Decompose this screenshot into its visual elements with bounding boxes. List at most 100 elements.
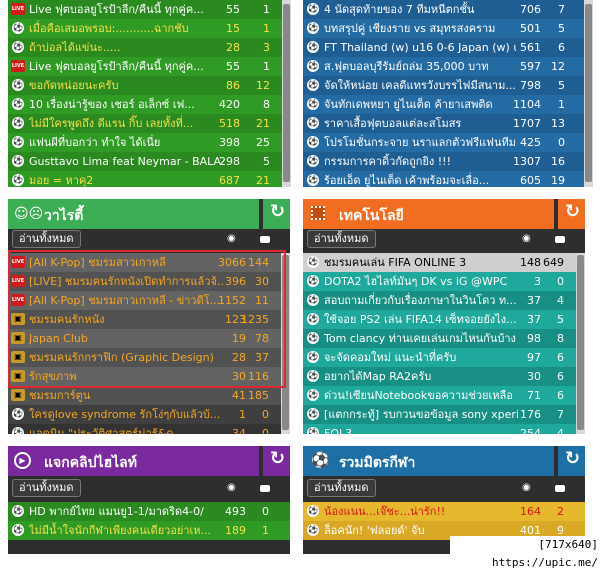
views-icon: ◉ — [227, 233, 236, 244]
thread-row[interactable]: ⚽ แฟนผีที่บอกว่า ทำใจ ได้เนี่ย 398 25 — [8, 133, 290, 152]
thread-row[interactable]: LIVE Live ฟุตบอลยูโรป้าลีก/คืนนี้ ทุกคู่ค… — [8, 57, 290, 76]
thread-title[interactable]: 10 เรื่องน่ารู้ของ เชอร์ อเล็กซ์ เฟ... — [29, 95, 221, 114]
thread-title[interactable]: น้องแนน...เจ๊ชะ...น่ารัก!! — [324, 502, 520, 521]
thread-title[interactable]: DOTA2 ไฮไลท์มันๆ DK vs iG @WPC — [324, 272, 520, 291]
thread-row[interactable]: ⚽ เมื่อคือเสมอพรอบ:...........ฉากชับ 15 1 — [8, 19, 290, 38]
scrollbar[interactable] — [282, 0, 291, 187]
thread-row[interactable]: ⚽ ด่วน!เซียนNotebookขอความช่วยเหลือ 71 6 — [303, 386, 585, 405]
refresh-button[interactable]: ↻ — [558, 199, 585, 229]
thread-title[interactable]: ใช้จอย PS2 เล่น FIFA14 เซ็ทจอยยังไง... — [324, 310, 520, 329]
thread-title[interactable]: [แตกกระทู้] รบกวนขอข้อมูล sony xperi... — [324, 405, 520, 424]
thread-row[interactable]: ⚽ DOTA2 ไฮไลท์มันๆ DK vs iG @WPC 3 0 — [303, 272, 585, 291]
thread-title[interactable]: ด่วน!เซียนNotebookขอความช่วยเหลือ — [324, 386, 520, 405]
refresh-button[interactable]: ↻ — [558, 446, 585, 476]
thread-row[interactable]: ⚽ HD พากย์ไทย แมนยู1-1/มาดริด4-0/493 0 — [8, 502, 290, 521]
thread-title[interactable]: Tom clancy ท่านเคยเล่นเกมไหนกันบ้าง — [324, 329, 520, 348]
thread-row[interactable]: ⚽ [แตกกระทู้] รบกวนขอข้อมูล sony xperi...… — [303, 405, 585, 424]
thread-title[interactable]: 4 นัดสุดท้ายของ 7 ทีมหนีตกชั้น — [324, 0, 516, 19]
thread-row[interactable]: ⚽ มอย = หาคุ2 687 21 — [8, 171, 290, 187]
thread-row[interactable]: ⚽ จัดให้หน่อย เคลดีแทรวังบรรไฟมีสนาม... 79… — [303, 76, 585, 95]
comment-count: 0 — [262, 408, 269, 421]
comment-count: 25 — [256, 136, 270, 149]
thread-row[interactable]: ⚽ น้องแนน...เจ๊ชะ...น่ารัก!! 164 2 — [303, 502, 585, 521]
thread-title[interactable]: Live ฟุตบอลยูโรป้าลีก/คืนนี้ ทุกคู่ค... — [29, 57, 221, 76]
thread-title[interactable]: ส.ฟุตบอลบุรีรัมย์ถล่ม 35,000 บาท — [324, 57, 516, 76]
thread-row[interactable]: ⚽ ชมรมคนเล่น FIFA ONLINE 3 148 649 — [303, 253, 585, 272]
thread-row[interactable]: ▣ ชมรมการ์ตูน 41 185 — [8, 386, 290, 405]
read-all-button[interactable]: อ่านทั้งหมด — [307, 230, 376, 248]
thread-row[interactable]: LIVE Live ฟุตบอลยูโรป้าลีก/คืนนี้ ทุกคู่ค… — [8, 0, 290, 19]
thread-row[interactable]: ⚽ จะจัดคอมใหม่ แนะนำที่ครับ 97 6 — [303, 348, 585, 367]
thread-row[interactable]: ⚽ 10 เรื่องน่ารู้ของ เชอร์ อเล็กซ์ เฟ... 4… — [8, 95, 290, 114]
comments-icon — [555, 485, 565, 492]
thread-title[interactable]: Live ฟุตบอลยูโรป้าลีก/คืนนี้ ทุกคู่ค... — [29, 0, 221, 19]
thread-row[interactable]: ⚽ FOL3 254 4 — [303, 424, 585, 434]
thread-title[interactable]: ไม่มีใครพูดถึง ดีแรน กิ๊บ เลยทั้งที่... — [29, 114, 221, 133]
thread-title[interactable]: ราคาเสื้อฟุตบอลแต่ละสโมสร — [324, 114, 516, 133]
thread-row[interactable]: ⚽ ใช้จอย PS2 เล่น FIFA14 เซ็ทจอยยังไง... 3… — [303, 310, 585, 329]
thread-row[interactable]: ⚽ ใครดูlove syndrome รักโง่ๆกับแล้วบ้... 1… — [8, 405, 290, 424]
read-all-button[interactable]: อ่านทั้งหมด — [12, 479, 81, 497]
thread-row[interactable]: ⚽ อยากได้Map RA2ครับ 30 6 — [303, 367, 585, 386]
thread-title[interactable]: FOL3 — [324, 424, 520, 434]
scrollbar[interactable] — [576, 253, 585, 434]
thread-title[interactable]: ถ้าบ่อลได้แข่นะ..... — [29, 38, 221, 57]
comment-count: 1 — [558, 98, 565, 111]
refresh-button[interactable]: ↻ — [263, 199, 290, 229]
comment-count: 12 — [256, 79, 270, 92]
thread-row[interactable]: ⚽ ส.ฟุตบอลบุรีรัมย์ถล่ม 35,000 บาท 597 12 — [303, 57, 585, 76]
thread-row[interactable]: ⚽ จันทักเดพหยา ยูไนเต็ด ค้ายาเสพติด 1104 1 — [303, 95, 585, 114]
thread-row[interactable]: ⚽ 4 นัดสุดท้ายของ 7 ทีมหนีตกชั้น 706 7 — [303, 0, 585, 19]
thread-row[interactable]: ⚽ ขอกัดหน่อยนะครับ 86 12 — [8, 76, 290, 95]
thread-title[interactable]: แฟนผีที่บอกว่า ทำใจ ได้เนี่ย — [29, 133, 221, 152]
thread-row[interactable]: ⚽ ไม่มีใครพูดถึง ดีแรน กิ๊บ เลยทั้งที่...… — [8, 114, 290, 133]
thread-row[interactable]: ⚽ Tom clancy ท่านเคยเล่นเกมไหนกันบ้าง 98 8 — [303, 329, 585, 348]
comment-count: 19 — [551, 174, 565, 187]
thread-row[interactable]: ⚽ บทสรุปคู่ เชียงราย vs สมุทรสงคราม 501 5 — [303, 19, 585, 38]
comment-count: 12 — [551, 60, 565, 73]
thread-title[interactable]: ร้อยเอ็ด ยูไนเต็ด เค้าพร้อมจะเลื่อ... — [324, 171, 516, 187]
thread-title[interactable]: จัดให้หน่อย เคลดีแทรวังบรรไฟมีสนาม... — [324, 76, 516, 95]
thread-title[interactable]: FT Thailand (w) u16 0-6 Japan (w) u... — [324, 38, 516, 57]
thread-title[interactable]: อยากได้Map RA2ครับ — [324, 367, 520, 386]
view-count: 55 — [226, 60, 240, 73]
comment-count: 7 — [558, 3, 565, 16]
thread-row[interactable]: ⚽ ถ้าบ่อลได้แข่นะ..... 28 3 — [8, 38, 290, 57]
thread-row[interactable]: ⚽ โปรโมชั่นกระจาย นราแลกตัวฟรีแฟนทีม... 42… — [303, 133, 585, 152]
thread-title[interactable]: ไม่มีน้ำใจนักกีฬาเพียงคนเดียวอย่าเห... — [29, 521, 225, 540]
read-all-button[interactable]: อ่านทั้งหมด — [12, 230, 81, 248]
thread-title[interactable]: HD พากย์ไทย แมนยู1-1/มาดริด4-0/ — [29, 502, 225, 521]
view-count: 37 — [527, 294, 541, 307]
thread-title[interactable]: ใครดูlove syndrome รักโง่ๆกับแล้วบ้... — [29, 405, 225, 424]
thread-title[interactable]: กรรมการคาดิ้วกัดถูกยิง !!! — [324, 152, 516, 171]
comment-count: 185 — [248, 389, 269, 402]
thread-title[interactable]: จะจัดคอมใหม่ แนะนำที่ครับ — [324, 348, 520, 367]
thread-row[interactable]: ⚽ Gusttavo Lima feat Neymar - BALADA 298 5 — [8, 152, 290, 171]
thread-title[interactable]: Gusttavo Lima feat Neymar - BALADA — [29, 152, 221, 171]
thread-title[interactable]: แอดมิน "ประวัติศาสตร์น่ารู้&ดู... — [29, 424, 225, 434]
soccer-ball-icon: ⚽ — [12, 427, 24, 434]
thread-title[interactable]: บทสรุปคู่ เชียงราย vs สมุทรสงคราม — [324, 19, 516, 38]
thread-title[interactable]: ชมรมคนเล่น FIFA ONLINE 3 — [324, 253, 520, 272]
thread-title[interactable]: สอบถามเกี่ยวกับเรื่องภาษาในวินโดว ท... — [324, 291, 520, 310]
thread-title[interactable]: ขอกัดหน่อยนะครับ — [29, 76, 221, 95]
thread-row[interactable]: ⚽ สอบถามเกี่ยวกับเรื่องภาษาในวินโดว ท... 3… — [303, 291, 585, 310]
thread-title[interactable]: โปรโมชั่นกระจาย นราแลกตัวฟรีแฟนทีม... — [324, 133, 516, 152]
soccer-ball-icon: ⚽ — [307, 41, 319, 53]
thread-row[interactable]: ⚽ ไม่มีน้ำใจนักกีฬาเพียงคนเดียวอย่าเห... 1… — [8, 521, 290, 540]
thread-row[interactable]: ⚽ แอดมิน "ประวัติศาสตร์น่ารู้&ดู... 34 0 — [8, 424, 290, 434]
thread-row[interactable]: ⚽ ราคาเสื้อฟุตบอลแต่ละสโมสร 1707 13 — [303, 114, 585, 133]
comment-count: 8 — [263, 98, 270, 111]
comments-icon — [555, 236, 565, 243]
thread-title[interactable]: มอย = หาคุ2 — [29, 171, 221, 187]
refresh-button[interactable]: ↻ — [263, 446, 290, 476]
thread-row[interactable]: ⚽ กรรมการคาดิ้วกัดถูกยิง !!! 1307 16 — [303, 152, 585, 171]
read-all-button[interactable]: อ่านทั้งหมด — [307, 479, 376, 497]
thread-title[interactable]: ชมรมการ์ตูน — [29, 386, 225, 405]
thread-title[interactable]: เมื่อคือเสมอพรอบ:...........ฉากชับ — [29, 19, 221, 38]
scrollbar[interactable] — [584, 0, 593, 187]
thread-title[interactable]: จันทักเดพหยา ยูไนเต็ด ค้ายาเสพติด — [324, 95, 516, 114]
view-count: 176 — [520, 408, 541, 421]
thread-row[interactable]: ⚽ FT Thailand (w) u16 0-6 Japan (w) u... 5… — [303, 38, 585, 57]
thread-row[interactable]: ⚽ ร้อยเอ็ด ยูไนเต็ด เค้าพร้อมจะเลื่อ... 60… — [303, 171, 585, 187]
